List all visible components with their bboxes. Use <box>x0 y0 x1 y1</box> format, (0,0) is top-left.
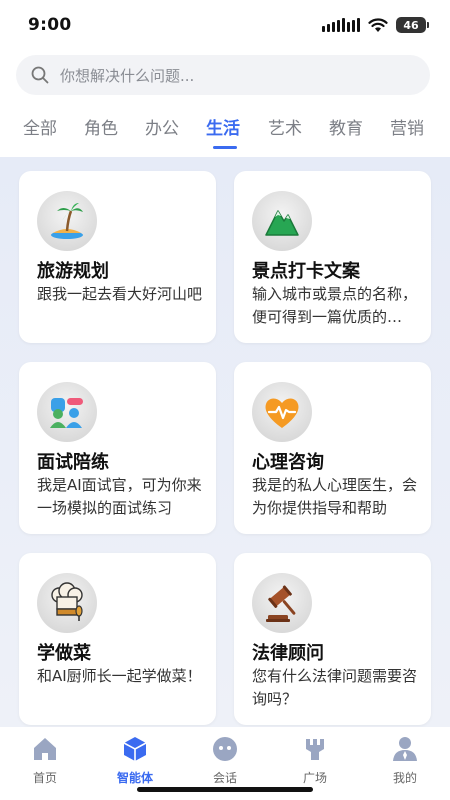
cellular-signal-icon <box>322 18 360 32</box>
home-icon <box>34 738 56 760</box>
nav-label: 会话 <box>212 771 237 785</box>
judge-gavel-icon <box>252 573 312 633</box>
chef-hat-icon <box>37 573 97 633</box>
nav-home[interactable]: 首页 <box>0 727 90 800</box>
nav-profile[interactable]: 我的 <box>360 727 450 800</box>
agent-card-counseling[interactable]: 心理咨询 我是的私人心理医生，会为你提供指导和帮助 <box>234 362 431 534</box>
tab-roles[interactable]: 角色 <box>84 114 118 139</box>
agent-card-interview[interactable]: 面试陪练 我是AI面试官，可为你来一场模拟的面试练习 <box>19 362 216 534</box>
category-tabs: 全部 角色 办公 生活 艺术 教育 营销 <box>0 108 450 153</box>
card-description: 跟我一起去看大好河山吧 <box>37 285 202 303</box>
status-time: 9:00 <box>28 15 72 35</box>
card-description: 输入城市或景点的名称，便可得到一篇优质的打卡文案 <box>252 285 417 326</box>
nav-label: 首页 <box>32 771 57 785</box>
green-mountain-icon <box>252 191 312 251</box>
agent-card-scenic-copy[interactable]: 景点打卡文案 输入城市或景点的名称，便可得到一篇优质的打卡文案 <box>234 171 431 343</box>
nav-label: 智能体 <box>116 771 153 785</box>
tab-all[interactable]: 全部 <box>23 114 57 139</box>
home-indicator <box>137 787 313 792</box>
card-title: 心理咨询 <box>252 452 324 473</box>
card-title: 法律顾问 <box>252 643 324 664</box>
palm-tree-island-icon <box>37 191 97 251</box>
card-title: 面试陪练 <box>37 452 109 473</box>
tab-office[interactable]: 办公 <box>145 114 179 139</box>
search-icon <box>31 66 49 84</box>
nav-label: 广场 <box>302 771 327 785</box>
card-title: 景点打卡文案 <box>252 261 360 282</box>
agent-card-cooking[interactable]: 学做菜 和AI厨师长一起学做菜！ <box>19 553 216 725</box>
card-description: 我是AI面试官，可为你来一场模拟的面试练习 <box>37 476 202 517</box>
card-title: 旅游规划 <box>37 261 109 282</box>
search-input[interactable]: 你想解决什么问题... <box>16 55 430 95</box>
tab-education[interactable]: 教育 <box>329 114 363 139</box>
status-bar: 9:00 46 <box>0 0 450 50</box>
card-title: 学做菜 <box>37 643 91 664</box>
wifi-icon <box>368 17 388 33</box>
heart-pulse-icon <box>252 382 312 442</box>
agent-card-travel[interactable]: 旅游规划 跟我一起去看大好河山吧 <box>19 171 216 343</box>
tab-art[interactable]: 艺术 <box>268 114 302 139</box>
status-indicators: 46 <box>322 17 429 33</box>
card-description: 我是的私人心理医生，会为你提供指导和帮助 <box>252 476 417 517</box>
chat-icon <box>213 737 237 761</box>
battery-level: 46 <box>403 18 419 32</box>
nav-label: 我的 <box>392 771 417 785</box>
card-description: 您有什么法律问题需要咨询吗？ <box>252 667 417 708</box>
tab-marketing[interactable]: 营销 <box>390 114 424 139</box>
active-tab-indicator <box>213 146 237 149</box>
agent-card-legal[interactable]: 法律顾问 您有什么法律问题需要咨询吗？ <box>234 553 431 725</box>
plaza-icon <box>306 739 324 760</box>
profile-icon <box>393 737 417 761</box>
interview-people-icon <box>37 382 97 442</box>
search-placeholder: 你想解决什么问题... <box>60 66 195 85</box>
battery-icon: 46 <box>396 17 429 33</box>
tab-life[interactable]: 生活 <box>206 114 240 139</box>
agent-cube-icon <box>123 737 147 761</box>
agent-grid: 旅游规划 跟我一起去看大好河山吧 景点打卡文案 输入城市或景点的名称，便可得到一… <box>0 157 450 727</box>
card-description: 和AI厨师长一起学做菜！ <box>37 667 202 685</box>
